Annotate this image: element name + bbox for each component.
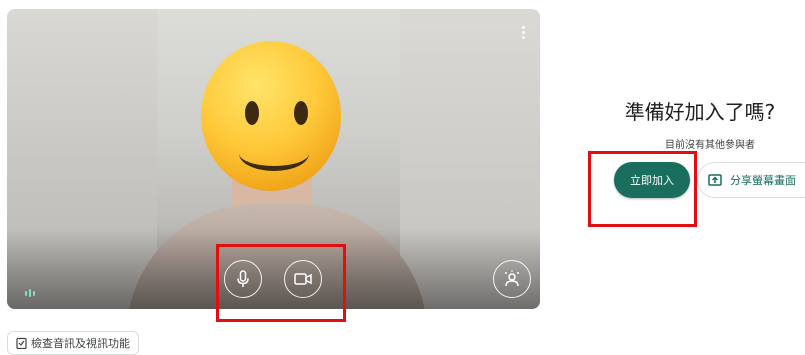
present-screen-button[interactable]: 分享螢幕畫面 <box>697 162 805 198</box>
audio-level-icon <box>25 289 35 297</box>
visual-effects-button[interactable] <box>493 260 531 298</box>
emoji-mouth <box>239 136 309 171</box>
emoji-face-cover <box>201 41 341 191</box>
join-now-button[interactable]: 立即加入 <box>614 162 690 198</box>
emoji-left-eye <box>245 101 259 125</box>
microphone-toggle-button[interactable] <box>224 260 262 298</box>
participants-status: 目前沒有其他參與者 <box>665 140 755 151</box>
more-vert-icon[interactable] <box>520 26 526 42</box>
preview-bottom-shadow <box>7 229 540 309</box>
audio-video-check-icon <box>16 337 27 349</box>
microphone-icon <box>237 270 249 287</box>
emoji-right-eye <box>294 101 308 125</box>
videocam-icon <box>294 273 312 285</box>
video-preview <box>7 9 540 309</box>
present-screen-icon <box>708 174 722 186</box>
visual-effects-icon <box>505 270 519 287</box>
present-screen-label: 分享螢幕畫面 <box>730 174 796 187</box>
check-audio-video-label: 檢查音訊及視訊功能 <box>31 337 130 350</box>
join-now-label: 立即加入 <box>630 174 674 187</box>
camera-toggle-button[interactable] <box>284 260 322 298</box>
ready-to-join-title: 準備好加入了嗎? <box>624 100 776 124</box>
check-audio-video-button[interactable]: 檢查音訊及視訊功能 <box>7 331 139 355</box>
